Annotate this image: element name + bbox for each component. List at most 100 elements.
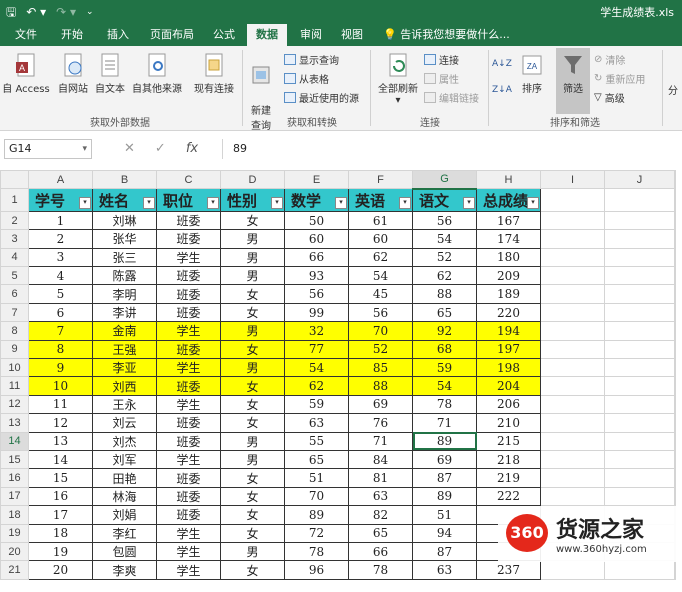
advanced-filter-button[interactable]: ▽ 高级: [594, 90, 625, 105]
cell[interactable]: [674, 229, 676, 249]
sort-ascending-button[interactable]: A↓Z: [492, 56, 512, 71]
cell[interactable]: 87: [412, 541, 477, 562]
cell[interactable]: 女: [220, 468, 285, 488]
cell[interactable]: 男: [220, 321, 285, 341]
tell-me-box[interactable]: 💡 告诉我您想要做什么...: [383, 24, 510, 46]
cell[interactable]: 65: [284, 449, 349, 470]
cell[interactable]: [540, 302, 605, 323]
cell[interactable]: 男: [220, 358, 285, 378]
cell[interactable]: 15: [28, 468, 93, 488]
column-header[interactable]: D: [220, 169, 285, 190]
cell[interactable]: 刘杰: [92, 431, 157, 451]
row-header[interactable]: 21: [0, 560, 29, 580]
cell[interactable]: [674, 358, 676, 378]
cell[interactable]: 男: [220, 229, 285, 249]
cell[interactable]: [540, 560, 605, 580]
cell[interactable]: 李爽: [92, 560, 157, 580]
cell[interactable]: 女: [220, 376, 285, 396]
cell[interactable]: [540, 376, 605, 396]
table-header-cell[interactable]: 语文 ▾: [412, 188, 477, 212]
show-queries-button[interactable]: 显示查询: [284, 52, 339, 67]
cell[interactable]: [540, 431, 605, 451]
cell[interactable]: [674, 468, 676, 488]
cell[interactable]: 女: [220, 302, 285, 323]
cell[interactable]: 男: [220, 247, 285, 268]
properties-button[interactable]: 属性: [424, 71, 459, 86]
cell[interactable]: 林海: [92, 486, 157, 507]
column-header[interactable]: F: [348, 169, 413, 190]
cell[interactable]: 刘云: [92, 413, 157, 433]
cell[interactable]: [604, 321, 675, 341]
cell[interactable]: 张三: [92, 247, 157, 268]
cancel-icon[interactable]: ✕: [124, 141, 135, 156]
row-header[interactable]: 13: [0, 413, 29, 433]
column-header[interactable]: B: [92, 169, 157, 190]
cell[interactable]: 52: [412, 247, 477, 268]
recent-sources-button[interactable]: 最近使用的源: [284, 90, 359, 105]
row-header[interactable]: 14: [0, 431, 29, 451]
cell[interactable]: [674, 210, 676, 231]
cell[interactable]: 220: [476, 302, 541, 323]
cell[interactable]: 72: [284, 523, 349, 543]
cell[interactable]: 69: [348, 394, 413, 415]
tab-formulas[interactable]: 公式: [205, 24, 243, 46]
cell[interactable]: [604, 394, 675, 415]
cell[interactable]: 李讲: [92, 302, 157, 323]
cell[interactable]: [604, 413, 675, 433]
enter-icon[interactable]: ✓: [155, 141, 166, 156]
filter-dropdown-icon[interactable]: ▾: [463, 196, 475, 209]
cell[interactable]: 222: [476, 486, 541, 507]
cell[interactable]: 学生: [156, 541, 221, 562]
cell[interactable]: 61: [348, 210, 413, 231]
filter-dropdown-icon[interactable]: ▾: [271, 196, 283, 209]
cell[interactable]: 女: [220, 284, 285, 304]
cell[interactable]: 215: [476, 431, 541, 451]
cell[interactable]: [540, 413, 605, 433]
cell[interactable]: [604, 486, 675, 507]
cell[interactable]: 88: [348, 376, 413, 396]
cell[interactable]: [674, 247, 676, 268]
cell[interactable]: 7: [28, 321, 93, 341]
cell[interactable]: 10: [28, 376, 93, 396]
refresh-all-button[interactable]: 全部刷新 ▾: [374, 52, 422, 106]
cell[interactable]: 63: [284, 413, 349, 433]
cell[interactable]: 班委: [156, 486, 221, 507]
column-header[interactable]: C: [156, 169, 221, 190]
cell[interactable]: 70: [284, 486, 349, 507]
table-header-cell[interactable]: 性别 ▾: [220, 188, 285, 212]
edit-links-button[interactable]: 编辑链接: [424, 90, 479, 105]
cell[interactable]: 167: [476, 210, 541, 231]
cell[interactable]: [604, 449, 675, 470]
cell[interactable]: [540, 229, 605, 249]
cell[interactable]: 学生: [156, 247, 221, 268]
filter-dropdown-icon[interactable]: ▾: [527, 196, 539, 209]
cell[interactable]: 54: [348, 266, 413, 286]
tab-page-layout[interactable]: 页面布局: [144, 24, 200, 46]
column-header[interactable]: [674, 169, 676, 190]
row-header[interactable]: 15: [0, 449, 29, 470]
cell[interactable]: [540, 284, 605, 304]
cell[interactable]: 70: [348, 321, 413, 341]
cell[interactable]: 男: [220, 541, 285, 562]
cell[interactable]: 78: [348, 560, 413, 580]
row-header[interactable]: 18: [0, 505, 29, 525]
cell[interactable]: 45: [348, 284, 413, 304]
from-table-button[interactable]: 从表格: [284, 71, 329, 86]
cell[interactable]: [604, 229, 675, 249]
cell[interactable]: 65: [412, 302, 477, 323]
selected-cell[interactable]: 89: [412, 431, 477, 451]
cell[interactable]: [604, 339, 675, 360]
connections-button[interactable]: 连接: [424, 52, 459, 67]
cell[interactable]: [604, 358, 675, 378]
row-header[interactable]: 7: [0, 302, 29, 323]
cell[interactable]: [540, 394, 605, 415]
cell[interactable]: 班委: [156, 210, 221, 231]
cell[interactable]: [604, 431, 675, 451]
cell[interactable]: 8: [28, 339, 93, 360]
cell[interactable]: 陈露: [92, 266, 157, 286]
cell[interactable]: 14: [28, 449, 93, 470]
cell[interactable]: 学生: [156, 449, 221, 470]
cell[interactable]: 99: [284, 302, 349, 323]
cell[interactable]: [540, 486, 605, 507]
cell[interactable]: 女: [220, 560, 285, 580]
